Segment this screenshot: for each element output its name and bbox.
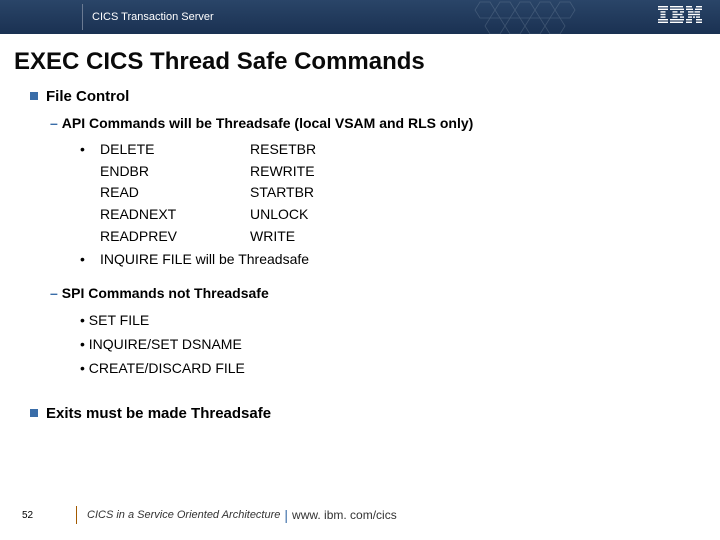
square-bullet-icon	[30, 409, 38, 417]
spi-item: INQUIRE/SET DSNAME	[80, 333, 720, 357]
api-commands-block: • DELETEENDBRREADREADNEXTREADPREV RESETB…	[80, 139, 720, 271]
footer-separator: |	[284, 507, 288, 523]
section-heading-text: Exits must be made Threadsafe	[46, 405, 271, 422]
api-subheading: –API Commands will be Threadsafe (local …	[50, 115, 720, 131]
footer-divider	[76, 506, 77, 524]
dash-bullet-icon: –	[50, 285, 58, 301]
command-item: STARTBR	[250, 182, 400, 204]
deck-title: CICS in a Service Oriented Architecture	[87, 509, 280, 521]
spi-not: not	[168, 285, 190, 301]
slide-title: EXEC CICS Thread Safe Commands	[14, 48, 720, 76]
spi-prefix: SPI Commands	[62, 285, 169, 301]
square-bullet-icon	[30, 92, 38, 100]
command-item: WRITE	[250, 226, 400, 248]
product-name: CICS Transaction Server	[92, 11, 214, 23]
spi-item: CREATE/DISCARD FILE	[80, 357, 720, 381]
slide-header: CICS Transaction Server	[0, 0, 720, 34]
command-item: READ	[100, 182, 250, 204]
slide-footer: 52 CICS in a Service Oriented Architectu…	[0, 506, 720, 524]
dash-bullet-icon: –	[50, 115, 58, 131]
header-divider	[82, 4, 83, 30]
slide-body: File Control –API Commands will be Threa…	[30, 88, 720, 422]
command-item: RESETBR	[250, 139, 400, 161]
commands-column-1: DELETEENDBRREADREADNEXTREADPREV	[100, 139, 250, 247]
dot-bullet-icon: •	[80, 249, 100, 271]
page-number: 52	[22, 510, 76, 521]
ibm-logo	[658, 6, 702, 24]
command-item: READPREV	[100, 226, 250, 248]
command-item: REWRITE	[250, 161, 400, 183]
section-exits: Exits must be made Threadsafe	[30, 405, 720, 422]
command-item: ENDBR	[100, 161, 250, 183]
spi-commands-list: SET FILEINQUIRE/SET DSNAMECREATE/DISCARD…	[80, 309, 720, 380]
command-item: READNEXT	[100, 204, 250, 226]
command-item: UNLOCK	[250, 204, 400, 226]
section-heading-text: File Control	[46, 88, 129, 105]
spi-suffix: Threadsafe	[190, 285, 269, 301]
section-file-control: File Control	[30, 88, 720, 105]
inquire-file-text: INQUIRE FILE will be Threadsafe	[100, 249, 309, 271]
footer-url: www. ibm. com/cics	[292, 508, 397, 522]
commands-two-column: DELETEENDBRREADREADNEXTREADPREV RESETBRR…	[100, 139, 400, 247]
commands-column-2: RESETBRREWRITESTARTBRUNLOCKWRITE	[250, 139, 400, 247]
dot-bullet-icon: •	[80, 139, 100, 161]
hex-pattern-decoration	[460, 0, 660, 34]
command-item: DELETE	[100, 139, 250, 161]
spi-item: SET FILE	[80, 309, 720, 333]
spi-subheading: –SPI Commands not Threadsafe	[50, 285, 720, 301]
api-subheading-text: API Commands will be Threadsafe (local V…	[62, 115, 474, 131]
